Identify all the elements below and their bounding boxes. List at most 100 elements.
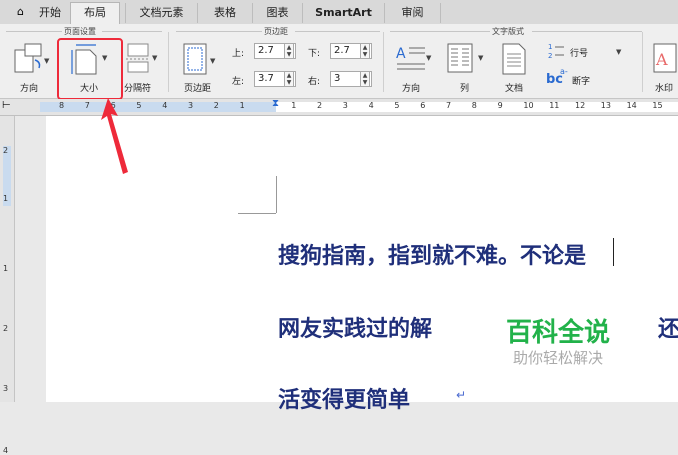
page-setup-group-title: 页面设置 xyxy=(64,27,96,36)
line-numbers-dropdown-icon: ▼ xyxy=(616,48,622,56)
page-corner-mark xyxy=(238,213,276,214)
top-margin-stepper[interactable]: ▲ ▼ xyxy=(284,43,294,59)
margins-label: 页边距 xyxy=(184,84,212,94)
group-line xyxy=(6,31,62,32)
ruler-tick-label: 4 xyxy=(162,101,168,110)
vertical-ruler-tick-label: 2 xyxy=(3,146,9,155)
tab-review[interactable]: 审阅 xyxy=(384,3,440,23)
ruler-tick-label: 7 xyxy=(84,101,90,110)
orientation-dropdown-icon: ▼ xyxy=(44,57,50,65)
text-direction-dropdown-icon: ▼ xyxy=(426,54,432,62)
ruler-tick-label: 10 xyxy=(523,101,534,110)
bottom-margin-stepper[interactable]: ▲ ▼ xyxy=(360,43,370,59)
ruler-tick-label: 4 xyxy=(368,101,374,110)
group-line xyxy=(102,31,162,32)
tab-stop-icon[interactable]: ⊢ xyxy=(2,100,11,111)
svg-text:1: 1 xyxy=(548,43,552,51)
group-line xyxy=(532,31,642,32)
margins-icon xyxy=(183,43,207,75)
document-line-2[interactable]: 网友实践过的解 xyxy=(278,311,432,343)
svg-text:2: 2 xyxy=(548,52,552,60)
line-numbers-icon: 1 2 xyxy=(548,43,564,60)
group-line xyxy=(176,31,262,32)
text-cursor xyxy=(613,238,614,266)
ruler-tick-label: 8 xyxy=(59,101,65,110)
line-numbers-label: 行号 xyxy=(570,49,589,59)
orientation-label: 方向 xyxy=(20,84,39,94)
ruler-tick-label: 7 xyxy=(446,101,452,110)
ruler-tick-label: 1 xyxy=(291,101,297,110)
ruler-tick-label: 6 xyxy=(420,101,426,110)
group-line xyxy=(295,31,380,32)
text-direction-icon: A xyxy=(396,46,425,70)
ruler-tick-label: 14 xyxy=(626,101,637,110)
right-margin-label: 右: xyxy=(308,77,321,87)
paragraph-mark: ↵ xyxy=(456,388,467,402)
ruler-tick-label: 3 xyxy=(188,101,194,110)
vertical-ruler-tick-label: 4 xyxy=(3,446,9,455)
document-line-1[interactable]: 搜狗指南，指到就不难。不论是 xyxy=(278,238,586,270)
vertical-ruler-tick-label: 1 xyxy=(3,264,9,273)
watermark-title: 百科全说 xyxy=(506,318,611,348)
ruler-tick-label: 8 xyxy=(471,101,477,110)
columns-label: 列 xyxy=(460,84,470,94)
bottom-margin-label: 下: xyxy=(308,49,321,59)
document-icon xyxy=(502,43,526,75)
ruler-tick-label: 11 xyxy=(549,101,560,110)
breaks-label: 分隔符 xyxy=(124,84,152,94)
columns-icon xyxy=(447,43,473,73)
vertical-ruler-tick-label: 3 xyxy=(3,384,9,393)
watermark-label: 水印 xyxy=(655,84,674,94)
right-margin-stepper[interactable]: ▲ ▼ xyxy=(360,71,370,87)
hyphenation-icon: bc a- xyxy=(546,68,568,86)
ruler-tick-label: 13 xyxy=(600,101,611,110)
svg-text:A: A xyxy=(655,50,668,69)
ruler-tick-label: 15 xyxy=(652,101,663,110)
ruler-tick-label: 12 xyxy=(575,101,586,110)
tab-tables[interactable]: 表格 xyxy=(197,3,252,23)
vertical-ruler-tick-label: 2 xyxy=(3,324,9,333)
text-direction-label: 方向 xyxy=(402,84,421,94)
orientation-icon xyxy=(14,43,42,73)
svg-text:A: A xyxy=(396,46,406,62)
tab-separator-end xyxy=(440,3,441,23)
highlight-box xyxy=(57,38,123,100)
left-margin-label: 左: xyxy=(232,77,245,87)
ruler-tick-label: 3 xyxy=(342,101,348,110)
breaks-icon xyxy=(126,43,150,73)
margins-group-title: 页边距 xyxy=(264,27,288,36)
group-divider xyxy=(168,32,169,92)
ruler-tick-label: 1 xyxy=(239,101,245,110)
group-line xyxy=(390,31,490,32)
watermark-icon: A xyxy=(653,43,677,73)
top-margin-label: 上: xyxy=(232,49,245,59)
ruler-tick-label: 9 xyxy=(497,101,503,110)
tab-document-elements[interactable]: 文档元素 xyxy=(125,3,197,23)
document-line-3[interactable]: 活变得更简单 xyxy=(278,382,410,414)
ribbon-tab-bar: ⌂ 开始 布局 文档元素 表格 图表 SmartArt 审阅 xyxy=(0,0,678,25)
svg-text:a-: a- xyxy=(560,68,568,76)
vertical-ruler[interactable]: 2 1 1 2 3 4 xyxy=(0,116,15,455)
margins-dropdown-icon: ▼ xyxy=(210,57,216,65)
page-corner-mark xyxy=(276,176,277,213)
left-margin-stepper[interactable]: ▲ ▼ xyxy=(284,71,294,87)
indent-marker-icon[interactable]: ⧗ xyxy=(272,98,279,109)
document-line-2-tail[interactable]: 还 xyxy=(658,311,678,343)
tab-smartart[interactable]: SmartArt xyxy=(302,3,384,23)
group-divider xyxy=(383,32,384,92)
ruler-tick-label: 2 xyxy=(317,101,323,110)
group-divider xyxy=(642,32,643,92)
columns-dropdown-icon: ▼ xyxy=(478,54,484,62)
watermark-subtitle: 助你轻松解决 xyxy=(513,349,604,367)
vertical-ruler-tick-label: 1 xyxy=(3,194,9,203)
home-icon[interactable]: ⌂ xyxy=(17,5,24,18)
tab-home[interactable]: 开始 xyxy=(30,3,70,23)
breaks-dropdown-icon: ▼ xyxy=(152,54,158,62)
ruler-tick-label: 5 xyxy=(394,101,400,110)
text-layout-group-title: 文字版式 xyxy=(492,27,524,36)
tab-layout[interactable]: 布局 xyxy=(70,2,120,25)
tab-charts[interactable]: 图表 xyxy=(252,3,302,23)
hyphenation-label: 断字 xyxy=(572,77,591,87)
document-label: 文档 xyxy=(505,84,524,94)
pointer-arrow xyxy=(101,98,128,174)
